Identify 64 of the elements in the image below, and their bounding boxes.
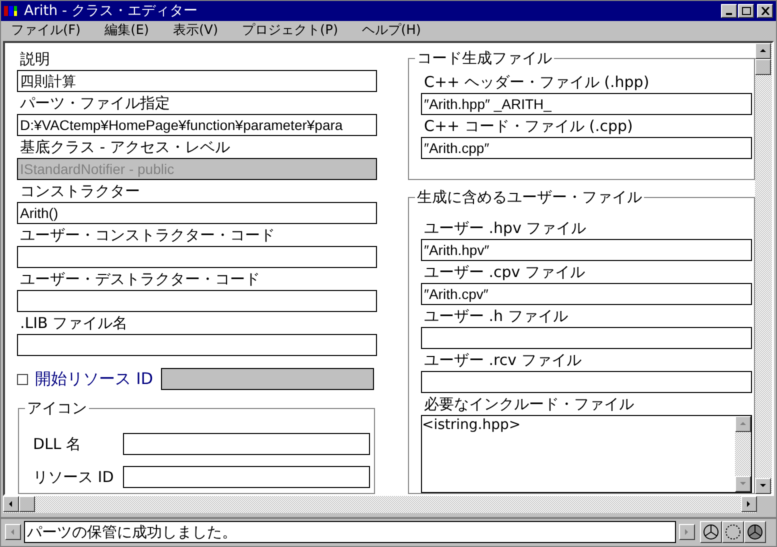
text-field[interactable]: [17, 290, 377, 312]
field-label: ユーザー .hpv ファイル: [423, 218, 588, 239]
text-field[interactable]: ″Arith.hpv″: [421, 239, 752, 261]
field-label: C++ ヘッダー・ファイル (.hpp): [423, 72, 650, 93]
status-button[interactable]: [700, 521, 722, 543]
text-field[interactable]: [123, 433, 370, 456]
group-title: コード生成ファイル: [415, 48, 554, 68]
field-label: 必要なインクルード・ファイル: [423, 394, 635, 415]
field-label: ユーザー .h ファイル: [423, 306, 569, 327]
field-label: ユーザー .rcv ファイル: [423, 350, 582, 371]
menu-item[interactable]: 編集(E): [104, 21, 149, 41]
scroll-thumb[interactable]: [19, 496, 35, 512]
scroll-thumb[interactable]: [755, 59, 771, 75]
status-right-button[interactable]: [679, 524, 695, 540]
scroll-right-button[interactable]: [741, 496, 757, 512]
wheel-icon: [725, 524, 741, 540]
menu-item[interactable]: 表示(V): [172, 21, 218, 41]
scroll-up-button[interactable]: [755, 43, 771, 59]
field-label: 基底クラス - アクセス・レベル: [19, 137, 231, 158]
scroll-down-button[interactable]: [735, 476, 751, 492]
scroll-down-button[interactable]: [755, 478, 771, 494]
status-button[interactable]: [744, 521, 766, 543]
text-field[interactable]: ″Arith.cpv″: [421, 283, 752, 305]
wheel-icon: [747, 524, 763, 540]
maximize-icon: [742, 7, 750, 15]
window-title: Arith - クラス・エディター: [24, 2, 198, 20]
field-label: 説明: [19, 49, 51, 70]
text-field[interactable]: Arith(): [17, 202, 377, 224]
scroll-left-button[interactable]: [3, 496, 19, 512]
status-left-button[interactable]: [5, 524, 21, 540]
maximize-button[interactable]: [738, 4, 754, 18]
text-field[interactable]: ″Arith.hpp″ _ARITH_: [421, 93, 752, 115]
text-field[interactable]: [17, 334, 377, 356]
menu-item[interactable]: プロジェクト(P): [242, 21, 338, 41]
text-field[interactable]: [421, 327, 752, 349]
text-field[interactable]: [421, 371, 752, 393]
text-field[interactable]: [123, 466, 370, 488]
field-label: .LIB ファイル名: [19, 313, 129, 334]
wheel-icon: [703, 524, 719, 540]
field-label: ユーザー・コンストラクター・コード: [19, 225, 276, 246]
field-label: ユーザー・デストラクター・コード: [19, 269, 261, 290]
status-message: パーツの保管に成功しました。: [24, 521, 676, 543]
group-title: 生成に含めるユーザー・ファイル: [415, 187, 644, 207]
menu-item[interactable]: ファイル(F): [11, 21, 81, 41]
field-label: DLL 名: [33, 434, 82, 455]
field-label: コンストラクター: [19, 181, 141, 202]
text-field[interactable]: [17, 246, 377, 268]
checkbox-label: 開始リソース ID: [35, 368, 154, 390]
status-button[interactable]: [722, 521, 744, 543]
scroll-up-button[interactable]: [735, 416, 751, 432]
text-area[interactable]: <istring.hpp>: [421, 415, 752, 493]
text-area-value: <istring.hpp>: [422, 416, 522, 435]
minimize-button[interactable]: [721, 4, 737, 18]
field-label: ユーザー .cpv ファイル: [423, 262, 586, 283]
menu-item[interactable]: ヘルプ(H): [362, 21, 421, 41]
text-field[interactable]: D:¥VACtemp¥HomePage¥function¥parameter¥para: [17, 114, 377, 136]
text-field[interactable]: ″Arith.cpp″: [421, 137, 752, 159]
field-label: リソース ID: [33, 466, 115, 488]
field-label: パーツ・ファイル指定: [19, 93, 171, 114]
app-icon: [4, 4, 20, 18]
close-icon: [760, 7, 770, 15]
field-label: C++ コード・ファイル (.cpp): [423, 116, 634, 137]
close-button[interactable]: [757, 4, 773, 18]
text-field[interactable]: 四則計算: [17, 70, 377, 92]
